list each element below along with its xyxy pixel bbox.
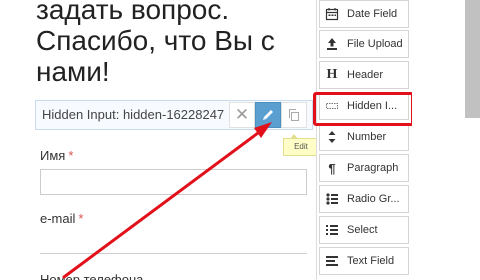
palette-item-paragraph[interactable]: ¶ Paragraph bbox=[319, 154, 409, 182]
delete-button[interactable]: ✕ bbox=[229, 102, 255, 128]
palette-item-file-upload[interactable]: File Upload bbox=[319, 30, 409, 58]
field-palette: Date Field File Upload H Header Hidden I… bbox=[316, 0, 414, 280]
palette-item-label: Radio Gr... bbox=[347, 193, 400, 205]
form-canvas: задать вопрос. Спасибо, что Вы с нами! H… bbox=[0, 0, 316, 280]
palette-item-label: File Upload bbox=[347, 38, 403, 50]
edit-button[interactable] bbox=[255, 102, 281, 128]
email-field-label: e-mail * bbox=[40, 211, 83, 226]
field-actions: ✕ bbox=[229, 102, 307, 128]
header-icon: H bbox=[326, 67, 338, 82]
required-marker: * bbox=[68, 148, 74, 163]
palette-item-number[interactable]: Number bbox=[319, 123, 409, 151]
upload-icon bbox=[320, 31, 344, 57]
palette-item-label: Paragraph bbox=[347, 162, 399, 174]
phone-label-text: Номер телефона bbox=[40, 272, 144, 280]
palette-item-label: Date Field bbox=[347, 8, 398, 20]
pencil-icon bbox=[263, 110, 273, 120]
palette-item-radio-group[interactable]: Radio Gr... bbox=[319, 185, 409, 213]
required-marker: * bbox=[78, 211, 84, 226]
text-field-icon bbox=[320, 248, 344, 274]
email-input[interactable] bbox=[40, 253, 307, 254]
palette-item-text-field[interactable]: Text Field bbox=[319, 247, 409, 275]
calendar-icon bbox=[320, 1, 344, 27]
palette-item-select[interactable]: Select bbox=[319, 216, 409, 244]
paragraph-icon: ¶ bbox=[328, 160, 336, 176]
phone-field-label: Номер телефона bbox=[40, 272, 143, 280]
palette-item-label: Number bbox=[347, 131, 387, 143]
close-icon: ✕ bbox=[234, 105, 250, 124]
radio-group-icon bbox=[320, 186, 344, 212]
name-label-text: Имя bbox=[40, 148, 66, 163]
number-icon bbox=[320, 124, 344, 150]
form-builder: задать вопрос. Спасибо, что Вы с нами! H… bbox=[0, 0, 480, 280]
copy-icon bbox=[289, 109, 299, 121]
copy-button[interactable] bbox=[281, 102, 307, 128]
name-input[interactable] bbox=[40, 169, 307, 195]
hidden-input-highlight bbox=[313, 92, 414, 126]
palette-item-label: Select bbox=[347, 224, 378, 236]
select-icon bbox=[320, 217, 344, 243]
name-field-label: Имя * bbox=[40, 148, 73, 163]
scrollbar-thumb[interactable] bbox=[465, 0, 480, 118]
edit-tooltip: Edit bbox=[283, 134, 316, 156]
palette-item-header[interactable]: H Header bbox=[319, 61, 409, 89]
hidden-input-label: Hidden Input: hidden-16228247 bbox=[42, 107, 225, 122]
palette-item-date-field[interactable]: Date Field bbox=[319, 0, 409, 28]
email-label-text: e-mail bbox=[40, 211, 76, 226]
form-heading: задать вопрос. Спасибо, что Вы с нами! bbox=[36, 0, 275, 87]
palette-item-label: Text Field bbox=[347, 255, 395, 267]
palette-item-label: Header bbox=[347, 69, 384, 81]
